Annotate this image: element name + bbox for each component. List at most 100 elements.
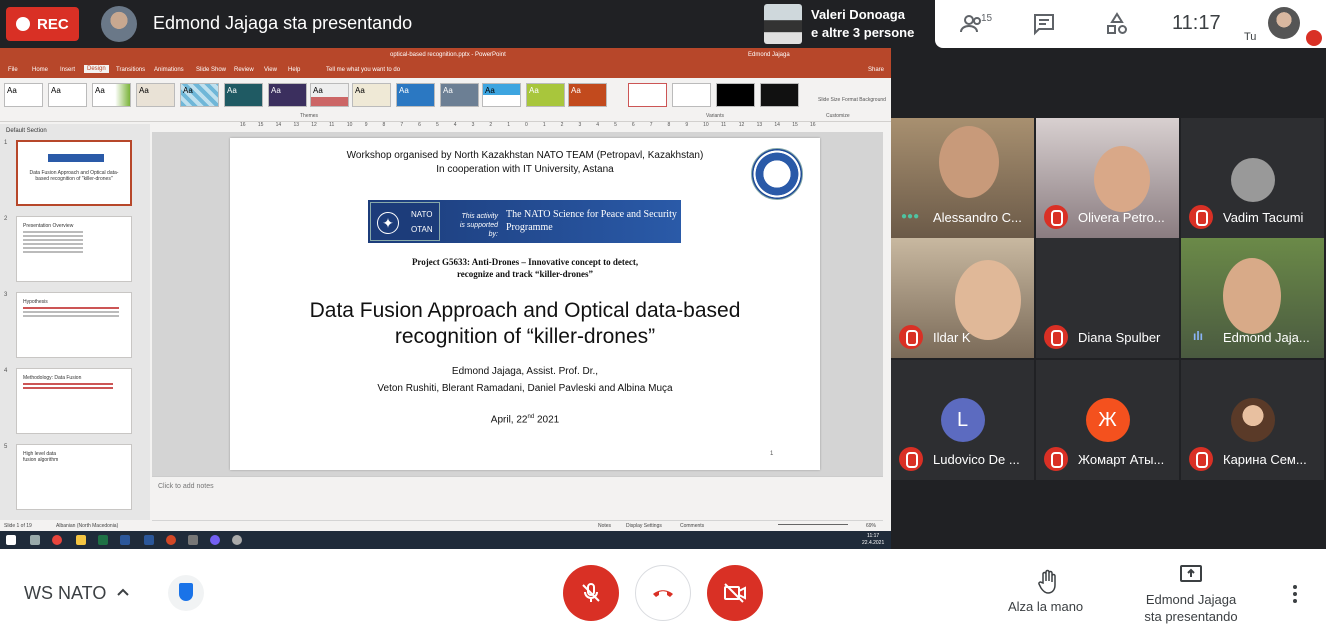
slide-size-button[interactable]: Slide Size	[818, 97, 840, 103]
theme-4[interactable]: Aa	[136, 83, 175, 107]
mic-toggle-button[interactable]	[563, 565, 619, 621]
raise-hand-label: Alza la mano	[1008, 599, 1084, 614]
status-notes-button[interactable]: Notes	[598, 523, 611, 529]
participant-avatar: L	[940, 398, 985, 442]
app-icon[interactable]	[188, 535, 198, 545]
status-comments-button[interactable]: Comments	[680, 523, 704, 529]
participant-tile[interactable]: ılı Edmond Jaja...	[1181, 238, 1324, 358]
excel-icon[interactable]	[98, 535, 108, 545]
tell-me-search[interactable]: Tell me what you want to do	[326, 67, 400, 73]
share-button[interactable]: Share	[868, 67, 884, 73]
raise-hand-icon[interactable]	[1038, 569, 1058, 595]
tab-slideshow[interactable]: Slide Show	[196, 67, 226, 73]
security-shield-icon[interactable]	[168, 575, 204, 611]
present-screen-icon[interactable]	[1180, 565, 1202, 585]
tab-transitions[interactable]: Transitions	[116, 67, 145, 73]
tab-insert[interactable]: Insert	[60, 67, 75, 73]
theme-11[interactable]: Aa	[440, 83, 479, 107]
file-explorer-icon[interactable]	[76, 535, 86, 545]
current-slide[interactable]: Workshop organised by North Kazakhstan N…	[230, 138, 820, 470]
theme-12[interactable]: Aa	[482, 83, 521, 107]
tab-help[interactable]: Help	[288, 67, 300, 73]
leave-call-button[interactable]	[635, 565, 691, 621]
viber-icon[interactable]	[210, 535, 220, 545]
participant-tile[interactable]: Карина Сем...	[1181, 360, 1324, 480]
chrome-icon[interactable]	[52, 535, 62, 545]
slide-thumbnail-3[interactable]: Hypothesis	[16, 292, 132, 358]
app-icon[interactable]	[232, 535, 242, 545]
status-display-settings[interactable]: Display Settings	[626, 523, 662, 529]
more-options-icon[interactable]	[1290, 583, 1300, 605]
section-label[interactable]: Default Section	[6, 128, 47, 134]
windows-start-icon[interactable]	[6, 535, 16, 545]
slide-thumbnail-5[interactable]: High level data fusion algorithm	[16, 444, 132, 510]
tab-home[interactable]: Home	[32, 67, 48, 73]
tab-file[interactable]: File	[8, 67, 18, 73]
ruler-tick: 6	[418, 122, 421, 128]
thumb-number: 5	[4, 444, 8, 450]
variant-1[interactable]	[628, 83, 667, 107]
camera-off-icon	[724, 583, 746, 603]
search-icon[interactable]	[30, 535, 40, 545]
status-language[interactable]: Albanian (North Macedonia)	[56, 523, 118, 529]
theme-7[interactable]: Aa	[268, 83, 307, 107]
notes-pane[interactable]: Click to add notes	[152, 476, 883, 520]
meeting-name[interactable]: WS NATO	[24, 583, 106, 604]
chevron-up-icon[interactable]	[116, 585, 130, 599]
participant-tile[interactable]: Diana Spulber	[1036, 238, 1179, 358]
theme-2[interactable]: Aa	[48, 83, 87, 107]
top-right-toolbar: 15 11:17	[935, 0, 1240, 48]
tab-animations[interactable]: Animations	[154, 67, 184, 73]
participant-name: Vadim Tacumi	[1223, 210, 1304, 225]
active-speaker-thumbnail[interactable]	[764, 4, 802, 44]
theme-3[interactable]: Aa	[92, 83, 131, 107]
recording-indicator[interactable]: REC	[6, 7, 79, 41]
participant-tile[interactable]: Vadim Tacumi	[1181, 118, 1324, 238]
thumb-title: Data Fusion Approach and Optical data-ba…	[29, 170, 119, 182]
nato-sps-banner: ✦ NATO OTAN This activity is supported b…	[368, 200, 681, 243]
variant-3[interactable]	[716, 83, 755, 107]
theme-9[interactable]: Aa	[352, 83, 391, 107]
tab-view[interactable]: View	[264, 67, 277, 73]
speaking-indicator-icon: ılı	[1193, 329, 1204, 343]
format-background-button[interactable]: Format Background	[842, 97, 886, 103]
activities-icon[interactable]	[1105, 12, 1129, 36]
participant-name: Жомарт Аты...	[1078, 452, 1165, 467]
ruler-tick: 4	[596, 122, 600, 128]
zoom-slider[interactable]	[778, 524, 848, 525]
variant-2[interactable]	[672, 83, 711, 107]
mic-off-icon	[1044, 447, 1068, 471]
mic-off-icon	[1189, 447, 1213, 471]
participant-tile[interactable]: Olivera Petro...	[1036, 118, 1179, 238]
tab-design[interactable]: Design	[84, 65, 109, 73]
camera-toggle-button[interactable]	[707, 565, 763, 621]
slide-thumbnail-1[interactable]: Data Fusion Approach and Optical data-ba…	[16, 140, 132, 206]
chat-icon[interactable]	[1032, 12, 1056, 36]
ruler-tick: 16	[240, 122, 246, 128]
theme-6[interactable]: Aa	[224, 83, 263, 107]
presenting-label[interactable]: Edmond Jajaga sta presentando	[1140, 591, 1242, 625]
slide-thumbnail-4[interactable]: Methodology: Data Fusion	[16, 368, 132, 434]
powerpoint-icon[interactable]	[166, 535, 176, 545]
participant-tile[interactable]: ●●● Alessandro C...	[891, 118, 1034, 238]
tab-review[interactable]: Review	[234, 67, 254, 73]
variant-4[interactable]	[760, 83, 799, 107]
theme-office[interactable]: Aa	[4, 83, 43, 107]
participant-tile[interactable]: Ildar K	[891, 238, 1034, 358]
thumb-text-lines	[23, 231, 83, 255]
ruler-tick: 11	[329, 122, 335, 128]
participant-tile[interactable]: Ж Жомарт Аты...	[1036, 360, 1179, 480]
theme-13[interactable]: Aa	[526, 83, 565, 107]
theme-5[interactable]: Aa	[180, 83, 219, 107]
slide-cooperation-line: In cooperation with IT University, Astan…	[436, 164, 614, 175]
word-icon[interactable]	[144, 535, 154, 545]
slide-thumbnail-2[interactable]: Presentation Overview	[16, 216, 132, 282]
zoom-level[interactable]: 69%	[866, 523, 876, 529]
participant-tile[interactable]: L Ludovico De ...	[891, 360, 1034, 480]
theme-8[interactable]: Aa	[310, 83, 349, 107]
theme-14[interactable]: Aa	[568, 83, 607, 107]
thumb-number: 1	[4, 140, 8, 146]
word-icon[interactable]	[120, 535, 130, 545]
theme-10[interactable]: Aa	[396, 83, 435, 107]
thumb-title: High level data fusion algorithm	[23, 451, 59, 463]
